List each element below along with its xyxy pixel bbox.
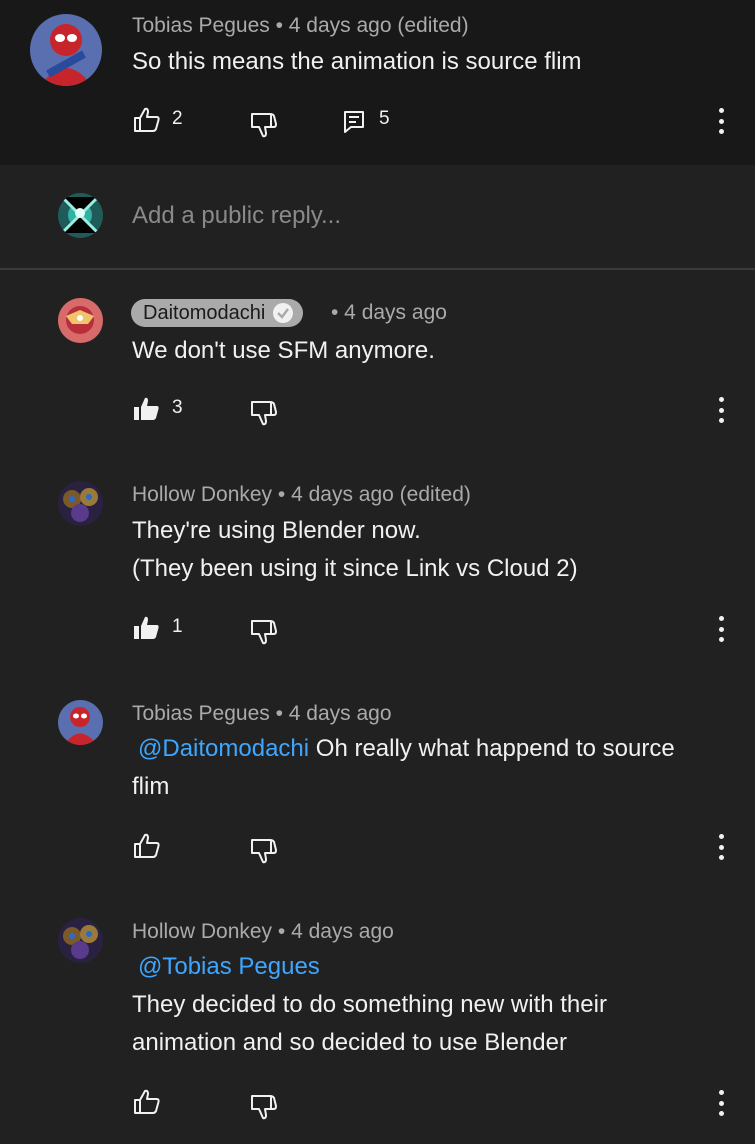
comment-text-line-2: animation and so decided to use Blender [132,1029,567,1056]
avatar-current-user [58,193,103,238]
more-vertical-icon[interactable] [718,397,724,423]
comment-text: We don't use SFM anymore. [132,337,435,364]
comment-meta: Tobias Pegues • 4 days ago [132,702,392,725]
like-count: 1 [172,616,183,637]
thumbs-down-icon[interactable] [250,619,278,645]
reply-count[interactable]: 5 [379,108,390,130]
mention-link[interactable]: @Daitomodachi [132,735,309,762]
comment-text-line-1: @Daitomodachi Oh really what happend to … [132,730,675,768]
avatar-tobias[interactable] [30,14,102,86]
thumbs-up-icon[interactable] [133,396,161,422]
thumbs-down-icon[interactable] [250,400,278,426]
thumbs-down-icon[interactable] [250,1094,278,1120]
comment-time: • 4 days ago [331,301,447,324]
comment-text: Oh really what happend to source [309,735,675,762]
creator-name-chip[interactable]: Daitomodachi [131,299,304,327]
thumbs-up-icon[interactable] [133,615,161,641]
avatar-hollow-donkey[interactable] [58,481,103,526]
comment-text-line-1: They're using Blender now. [132,517,421,544]
comment-text: So this means the animation is source fl… [132,48,582,75]
thumbs-up-icon[interactable] [133,107,161,133]
divider [0,268,755,270]
thumbs-up-icon[interactable] [133,1089,161,1115]
more-vertical-icon[interactable] [718,616,724,642]
comment-text-line-2: flim [132,773,170,800]
check-badge-icon [273,303,294,323]
like-count: 3 [172,397,183,418]
reply-input[interactable]: Add a public reply... [132,202,341,230]
mention-link[interactable]: @Tobias Pegues [132,953,320,980]
author-name: Daitomodachi [143,301,266,324]
thumbs-down-icon[interactable] [250,112,278,138]
comment-text-line-2: (They been using it since Link vs Cloud … [132,555,578,582]
avatar-tobias[interactable] [58,700,103,745]
comment-meta: Tobias Pegues • 4 days ago (edited) [132,14,469,37]
more-vertical-icon[interactable] [718,1090,724,1116]
more-vertical-icon[interactable] [718,834,724,860]
comment-meta: Hollow Donkey • 4 days ago (edited) [132,483,471,506]
comment-meta: Hollow Donkey • 4 days ago [132,920,394,943]
avatar-daitomodachi[interactable] [58,298,103,343]
thumbs-down-icon[interactable] [250,838,278,864]
avatar-hollow-donkey[interactable] [58,918,103,963]
mention-line: @Tobias Pegues [132,948,320,986]
like-count: 2 [172,108,183,129]
comment-icon[interactable] [343,110,365,134]
thumbs-up-icon[interactable] [133,833,161,859]
more-vertical-icon[interactable] [718,108,724,134]
comment-text-line-1: They decided to do something new with th… [132,991,607,1018]
